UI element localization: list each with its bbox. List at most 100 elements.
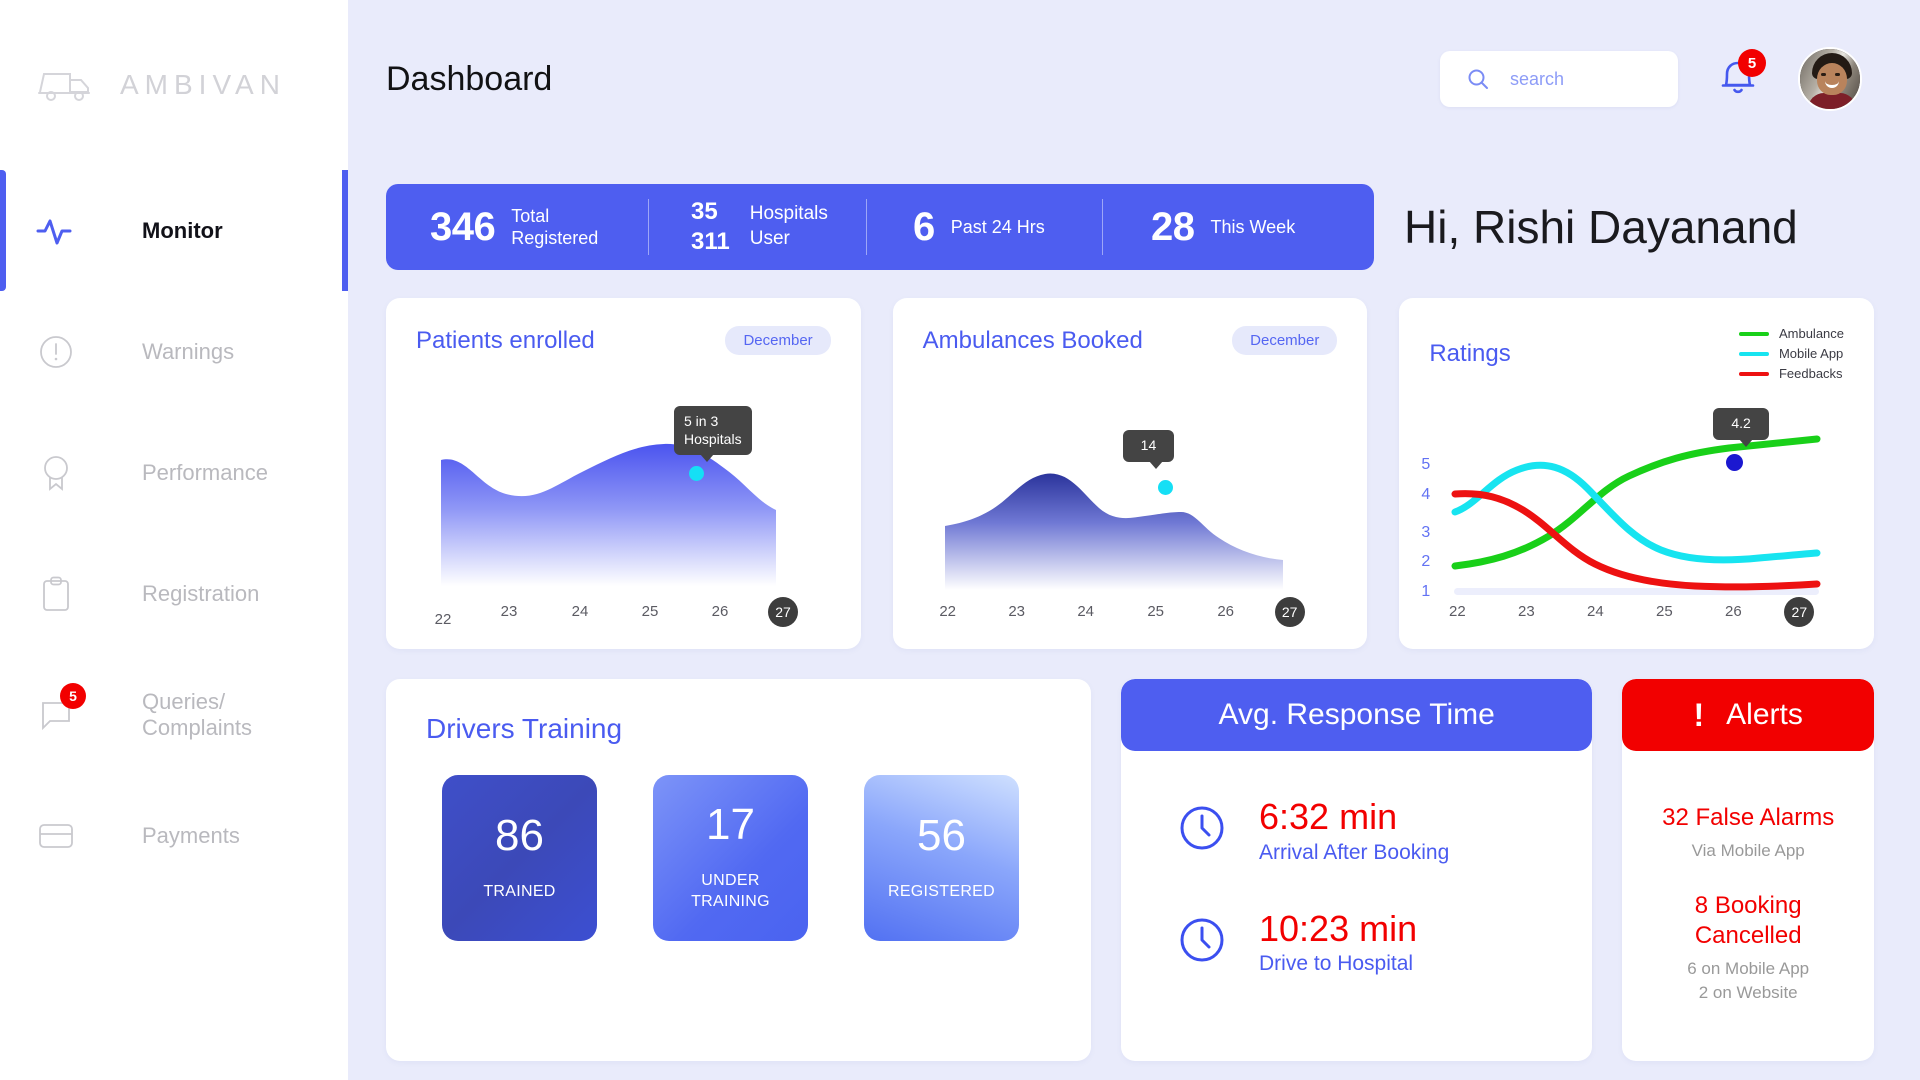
card-alerts: ! Alerts 32 False Alarms Via Mobile App … [1622, 679, 1874, 1061]
y-tick: 2 [1421, 553, 1431, 570]
sidebar-item-warnings[interactable]: Warnings [0, 291, 348, 412]
chart-patients-enrolled: 5 in 3 Hospitals 22 23 24 25 26 27 [386, 368, 861, 649]
card-patients-enrolled: Patients enrolled December 5 in 3 Hospit… [386, 298, 861, 649]
tile-label: UNDER TRAINING [691, 872, 770, 910]
stat-label: Total Registered [511, 205, 599, 249]
x-tick-active[interactable]: 27 [768, 597, 798, 627]
avatar-face [1817, 63, 1847, 95]
month-badge[interactable]: December [725, 326, 831, 355]
training-tiles: 86 TRAINED 17 UNDER TRAINING 56 REGISTER… [386, 745, 1091, 941]
training-tile-under-training[interactable]: 17 UNDER TRAINING [653, 775, 808, 941]
chart-tooltip: 14 [1122, 430, 1175, 468]
tile-label: REGISTERED [887, 882, 995, 900]
clipboard-icon [34, 572, 78, 616]
y-tick: 3 [1421, 524, 1431, 541]
brand: AMBIVAN [0, 0, 348, 170]
stat-labels: Hospitals User [749, 203, 828, 249]
sidebar-item-payments[interactable]: Payments [0, 775, 348, 896]
x-tick-active[interactable]: 27 [1784, 597, 1815, 627]
bottom-row: Drivers Training 86 TRAINED 17 UNDER TRA… [386, 679, 1874, 1061]
alert-sub-text: 6 on Mobile App 2 on Website [1687, 958, 1810, 1002]
stats-bar: 346 Total Registered 35 311 Hospitals Us… [386, 184, 1374, 270]
sidebar-item-label: Payments [142, 822, 240, 848]
legend-item: Mobile App [1738, 346, 1844, 361]
x-tick: 24 [1587, 603, 1604, 620]
response-time-rows: 6:32 min Arrival After Booking 10:23 min… [1121, 751, 1592, 976]
response-time-title: Avg. Response Time [1218, 698, 1495, 731]
y-tick: 5 [1421, 456, 1431, 473]
tile-value: 56 [917, 810, 966, 860]
x-tick: 24 [1077, 603, 1095, 620]
training-tile-registered[interactable]: 56 REGISTERED [864, 775, 1019, 941]
chart-tooltip: 5 in 3 Hospitals [674, 406, 752, 462]
x-tick: 25 [1656, 603, 1673, 620]
avatar-eye-left [1821, 73, 1826, 76]
x-tick: 25 [641, 603, 659, 620]
tile-value: 17 [706, 800, 755, 850]
chart-ratings: 5 4 3 2 1 4.2 22 23 24 25 26 27 [1399, 368, 1874, 649]
topbar: Dashboard search 5 [348, 0, 1920, 158]
response-time-value: 10:23 min [1259, 907, 1418, 949]
card-title: Patients enrolled [416, 326, 595, 354]
search-box[interactable] [1440, 51, 1678, 107]
notification-bell[interactable]: 5 [1712, 49, 1766, 107]
exclamation-icon: ! [1693, 697, 1705, 733]
notification-badge: 5 [1738, 49, 1766, 77]
clock-icon [1179, 917, 1225, 968]
legend-swatch-mobile-app [1738, 351, 1769, 356]
sidebar-item-label: Queries/ Complaints [142, 689, 253, 740]
sidebar-item-registration[interactable]: Registration [0, 533, 348, 654]
chat-icon: 5 [34, 682, 86, 737]
stats-row: 346 Total Registered 35 311 Hospitals Us… [386, 184, 1874, 270]
stat-value: 6 [913, 204, 935, 249]
y-tick: 1 [1421, 583, 1431, 600]
main-area: Dashboard search 5 346 Total Registered … [348, 0, 1920, 1080]
card-icon [34, 814, 78, 858]
chart-ambulances-booked: 14 22 23 24 25 26 27 [893, 368, 1368, 649]
alerts-title: Alerts [1726, 698, 1803, 731]
response-time-value: 6:32 min [1259, 796, 1398, 837]
x-tick-active[interactable]: 27 [1274, 597, 1305, 627]
pulse-icon [34, 209, 78, 253]
x-tick: 26 [1725, 603, 1742, 620]
x-tick: 25 [1147, 603, 1165, 620]
response-time-label: Drive to Hospital [1259, 952, 1414, 976]
card-drivers-training: Drivers Training 86 TRAINED 17 UNDER TRA… [386, 679, 1092, 1061]
topbar-actions: 5 [1440, 47, 1862, 111]
card-title: Ambulances Booked [922, 326, 1143, 354]
search-input[interactable] [1510, 68, 1660, 90]
search-icon [1466, 67, 1490, 91]
sidebar-badge-queries: 5 [60, 682, 86, 709]
avatar-shirt [1808, 93, 1856, 109]
sidebar-item-queries-complaints[interactable]: 5 Queries/ Complaints [0, 654, 348, 775]
stat-past-24-hrs: 6 Past 24 Hrs [866, 199, 1102, 255]
sidebar-item-label: Registration [142, 580, 260, 606]
sidebar-item-monitor[interactable]: Monitor [0, 170, 348, 291]
alerts-header: ! Alerts [1622, 679, 1874, 751]
x-tick: 23 [1518, 603, 1535, 620]
response-time-label: Arrival After Booking [1259, 840, 1450, 864]
stat-label: This Week [1210, 216, 1296, 237]
tile-value: 86 [495, 810, 544, 860]
training-tile-trained[interactable]: 86 TRAINED [442, 775, 597, 941]
avatar-eye-right [1835, 73, 1840, 76]
stat-value: 28 [1151, 204, 1195, 249]
chart-tooltip: 4.2 [1713, 408, 1769, 446]
card-ratings: Ratings Ambulance Mobile App Feedbacks 5… [1399, 298, 1875, 649]
x-tick: 26 [711, 603, 729, 620]
sidebar-item-performance[interactable]: Performance [0, 412, 348, 533]
sidebar-item-label: Monitor [142, 217, 223, 243]
tile-label: TRAINED [483, 882, 556, 900]
alert-main-text: 32 False Alarms [1662, 804, 1835, 831]
avatar[interactable] [1798, 47, 1862, 111]
stat-label: Past 24 Hrs [950, 216, 1045, 237]
x-tick: 22 [1449, 603, 1466, 620]
month-badge[interactable]: December [1232, 326, 1338, 355]
stat-hospitals-users: 35 311 Hospitals User [648, 198, 866, 255]
response-time-row: 6:32 min Arrival After Booking [1179, 797, 1592, 865]
card-header: Patients enrolled December [386, 298, 861, 355]
alert-block: 8 Booking Cancelled 6 on Mobile App 2 on… [1636, 891, 1860, 1005]
alert-main-text: 8 Booking Cancelled [1694, 891, 1802, 949]
training-title: Drivers Training [426, 713, 623, 744]
sidebar-nav: Monitor Warnings Performance Registratio… [0, 170, 348, 896]
